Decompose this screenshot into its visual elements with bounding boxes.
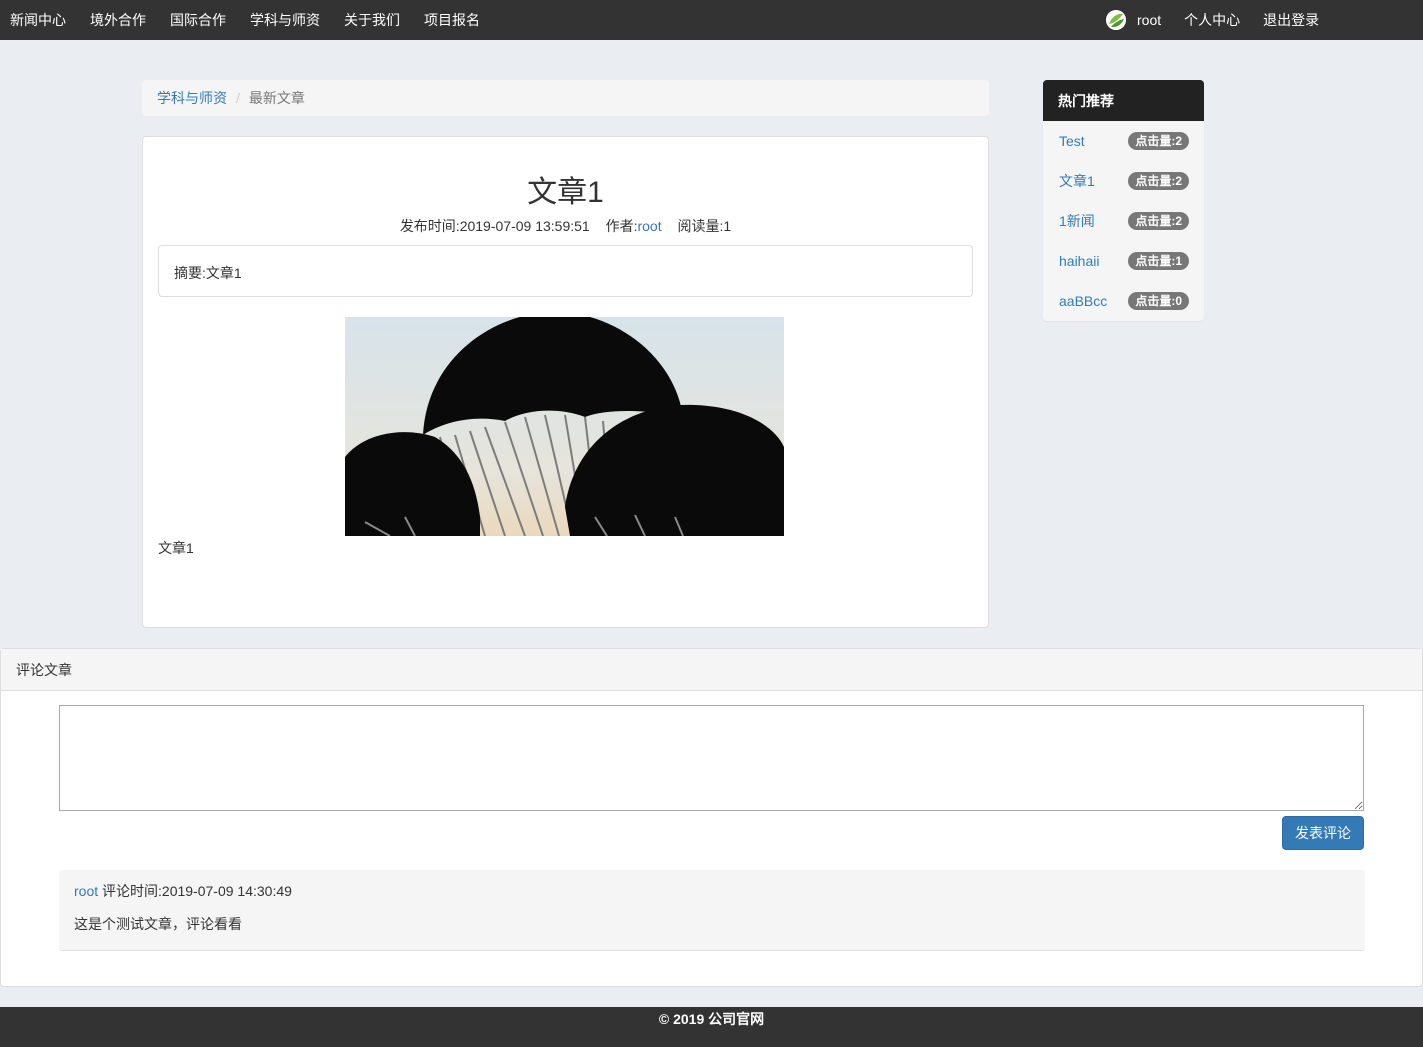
list-item: aaBBcc 点击量:0 [1043,281,1204,321]
list-item: 文章1 点击量:2 [1043,161,1204,201]
logout-link[interactable]: 退出登录 [1263,10,1319,30]
footer: © 2019 公司官网 [0,1007,1423,1047]
list-item: Test 点击量:2 [1043,121,1204,161]
submit-comment-button[interactable]: 发表评论 [1282,816,1364,850]
comment-time-label: 评论时间: [98,883,162,899]
nav-item-overseas[interactable]: 境外合作 [90,10,146,30]
profile-link[interactable]: 个人中心 [1184,10,1240,30]
article-panel: 文章1 发布时间:2019-07-09 13:59:51 作者:root 阅读量… [142,136,989,628]
click-count-badge: 点击量:2 [1128,212,1189,230]
nav-item-signup[interactable]: 项目报名 [424,10,480,30]
click-count-badge: 点击量:1 [1128,252,1189,270]
comment-section-title: 评论文章 [1,649,1422,691]
article-image [345,317,784,536]
hot-title: 热门推荐 [1043,80,1204,121]
summary-label: 摘要: [174,265,206,281]
nav-item-international[interactable]: 国际合作 [170,10,226,30]
reads-count: 1 [723,218,732,234]
click-count-badge: 点击量:2 [1128,172,1189,190]
comment-text: 这是个测试文章，评论看看 [74,916,242,932]
click-count-badge: 点击量:2 [1128,132,1189,150]
list-item: haihaii 点击量:1 [1043,241,1204,281]
nav-item-about[interactable]: 关于我们 [344,10,400,30]
comment-item: root 评论时间:2019-07-09 14:30:49 这是个测试文章，评论… [59,870,1365,951]
top-navbar: 新闻中心 境外合作 国际合作 学科与师资 关于我们 项目报名 root 个人中心… [0,0,1423,40]
article-meta: 发布时间:2019-07-09 13:59:51 作者:root 阅读量:1 [143,216,988,236]
breadcrumb: 学科与师资 / 最新文章 [142,80,989,116]
username-link[interactable]: root [1137,12,1161,28]
published-time: 2019-07-09 13:59:51 [459,218,590,234]
reads-info: 阅读量:1 [678,218,732,234]
author-label: 作者: [605,218,638,234]
comment-user-link[interactable]: root [74,883,98,899]
avatar-icon[interactable] [1106,10,1126,30]
hot-item-link[interactable]: 1新闻 [1059,211,1095,231]
author-link[interactable]: root [637,218,661,234]
comment-meta: root 评论时间:2019-07-09 14:30:49 [74,881,1350,901]
hot-item-link[interactable]: aaBBcc [1059,293,1107,309]
main-menu: 新闻中心 境外合作 国际合作 学科与师资 关于我们 项目报名 [10,0,504,40]
comment-time: 2019-07-09 14:30:49 [161,883,292,899]
breadcrumb-separator: / [236,90,240,106]
summary-text: 文章1 [205,265,242,281]
click-count-badge: 点击量:0 [1128,292,1189,310]
article-summary: 摘要:文章1 [158,245,973,297]
comment-section: 评论文章 发表评论 root 评论时间:2019-07-09 14:30:49 … [0,648,1423,987]
user-menu: root 个人中心 退出登录 [1106,0,1342,40]
nav-item-faculty[interactable]: 学科与师资 [250,10,320,30]
hot-item-link[interactable]: 文章1 [1059,171,1095,191]
breadcrumb-parent-link[interactable]: 学科与师资 [157,88,227,108]
breadcrumb-current: 最新文章 [248,90,305,106]
hot-item-link[interactable]: haihaii [1059,253,1099,269]
list-item: 1新闻 点击量:2 [1043,201,1204,241]
article-title: 文章1 [527,176,604,209]
published-info: 发布时间:2019-07-09 13:59:51 [400,218,590,234]
hot-recommendations: 热门推荐 Test 点击量:2 文章1 点击量:2 1新闻 点击量:2 haih… [1043,80,1204,321]
author-info: 作者:root [606,218,662,234]
nav-item-news[interactable]: 新闻中心 [10,10,66,30]
hot-item-link[interactable]: Test [1059,133,1085,149]
article-body: 文章1 [158,540,194,556]
published-label: 发布时间: [399,218,460,234]
reads-label: 阅读量: [677,218,724,234]
comment-input[interactable] [59,705,1364,811]
